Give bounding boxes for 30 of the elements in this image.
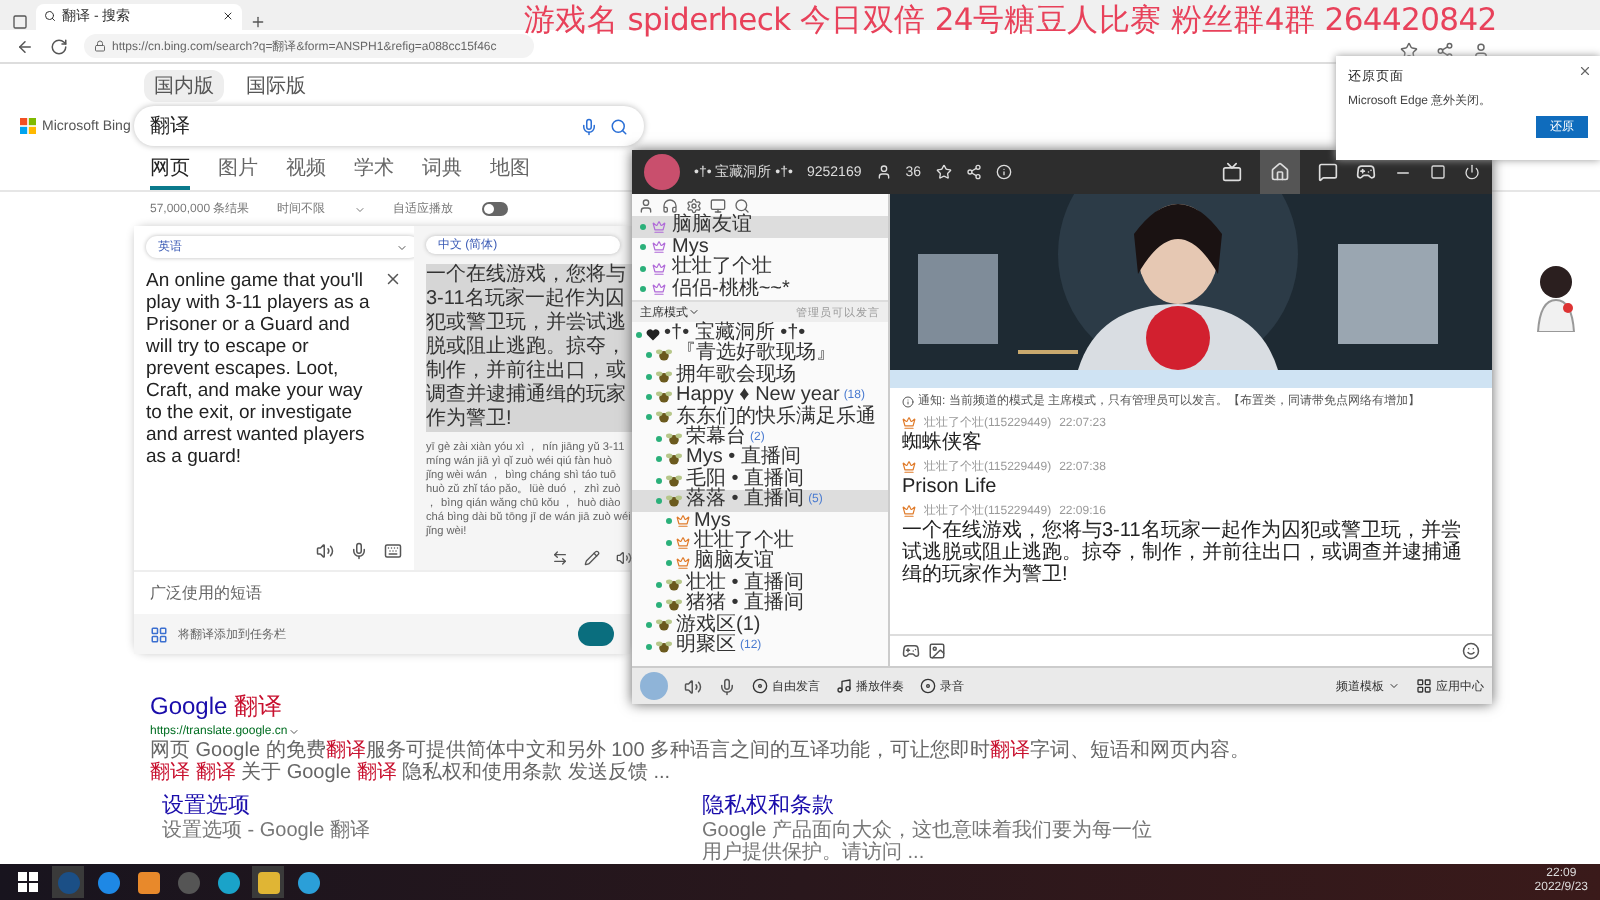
- member-item[interactable]: 侣侣-桃桃~~*: [632, 279, 888, 300]
- nav-tab[interactable]: 词典: [422, 150, 462, 191]
- source-text: An online game that you'll play with 3-11 players as a Prisoner or a Guard and will try to escape or prevent escapes. Loot, Craft, and make your way to the exit, or investigate and arrest wanted players as a guard!: [146, 270, 372, 469]
- channel-item[interactable]: 『青选好歌现场』: [632, 344, 888, 366]
- sitelink-description: Google 产品面向大众，这也意味着我们要为每一位用户提供保护。请访问 ...: [702, 820, 1155, 865]
- stream-overlay-text: 游戏名 spiderheck 今日双倍 24号糖豆人比赛 粉丝群4群 264420842: [524, 0, 1497, 40]
- channel-item[interactable]: Mys • 直播间: [632, 448, 888, 470]
- nav-tab[interactable]: 视频: [286, 150, 326, 191]
- result-title-link[interactable]: Google 翻译: [150, 690, 283, 725]
- member-item[interactable]: 壮壮了个壮: [632, 258, 888, 279]
- message-text: 蜘蛛侠客: [902, 432, 984, 454]
- nav-tab[interactable]: 地图: [490, 150, 530, 191]
- translated-text: 一个在线游戏，您将与3-11名玩家一起作为囚犯或警卫玩，并尝试逃脱或阻止逃跑。掠夺，制作，并前往出口，或调查并逮捕通缉的玩家作为警卫!: [426, 264, 632, 433]
- channel-item[interactable]: 脑脑友谊: [632, 552, 888, 574]
- search-field[interactable]: 翻译: [134, 106, 644, 147]
- region-tab[interactable]: 国际版: [236, 70, 316, 103]
- channel-item[interactable]: 猪猪 • 直播间: [632, 594, 888, 616]
- channel-item[interactable]: 游戏区(1): [632, 615, 888, 637]
- nav-tab[interactable]: 图片: [218, 150, 258, 191]
- region-tab[interactable]: 国内版: [144, 70, 224, 103]
- channel-item[interactable]: 拥年歌会现场: [632, 365, 888, 387]
- sitelink[interactable]: 隐私权和条款: [702, 790, 1162, 821]
- member-item[interactable]: 脑脑友谊: [632, 216, 888, 237]
- sitelink-description: 设置选项 - Google 翻译: [162, 820, 372, 843]
- message-text: 一个在线游戏，您将与3-11名玩家一起作为囚犯或警卫玩，并尝试逃脱或阻止逃跑。掠夺，制作，并前往出口，或调查并逮捕通缉的玩家作为警卫!: [902, 520, 1464, 586]
- message-text: Prison Life: [902, 476, 999, 498]
- nav-tab[interactable]: 学术: [354, 150, 394, 191]
- member-item[interactable]: Mys: [632, 237, 888, 258]
- result-snippet: 网页 Google 的免费翻译服务可提供简体中文和另外 100 多种语言之间的互译功能，可让您即时翻译字词、短语和网页内容。翻译 翻译 关于 Google 翻译 隐私权和使用条款 发送反馈 ...: [150, 740, 1253, 785]
- sitelink[interactable]: 设置选项: [162, 790, 622, 821]
